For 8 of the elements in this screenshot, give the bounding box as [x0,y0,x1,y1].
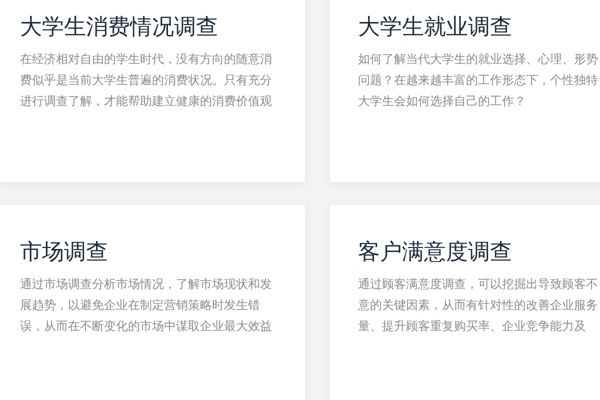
card-title: 客户满意度调查 [358,239,512,267]
card-description: 通过市场调查分析市场情况，了解市场现状和发 展趋势，以避免企业在制定营销策略时发生错 误，从而在不断变化的市场中谋取企业最大效益 [20,276,272,335]
card-title: 大学生就业调查 [358,14,512,42]
card-description: 通过顾客满意度调查，可以挖掘出导致顾客不 意的关键因素，从而有针对性的改善企业服务 量、提升顾客重复购买率、企业竞争能力及 [358,276,598,335]
card-description: 在经济相对自由的学生时代，没有方向的随意消 费似乎是当前大学生普遍的消费状况。只有充分 进行调查了解，才能帮助建立健康的消费价值观 [20,51,272,110]
card-description: 如何了解当代大学生的就业选择、心理、形势 问题？在越来越丰富的工作形态下，个性独特 大学生会如何选择自己的工作？ [358,51,598,110]
card-title: 大学生消费情况调查 [20,14,218,42]
card-title: 市场调查 [20,239,108,267]
